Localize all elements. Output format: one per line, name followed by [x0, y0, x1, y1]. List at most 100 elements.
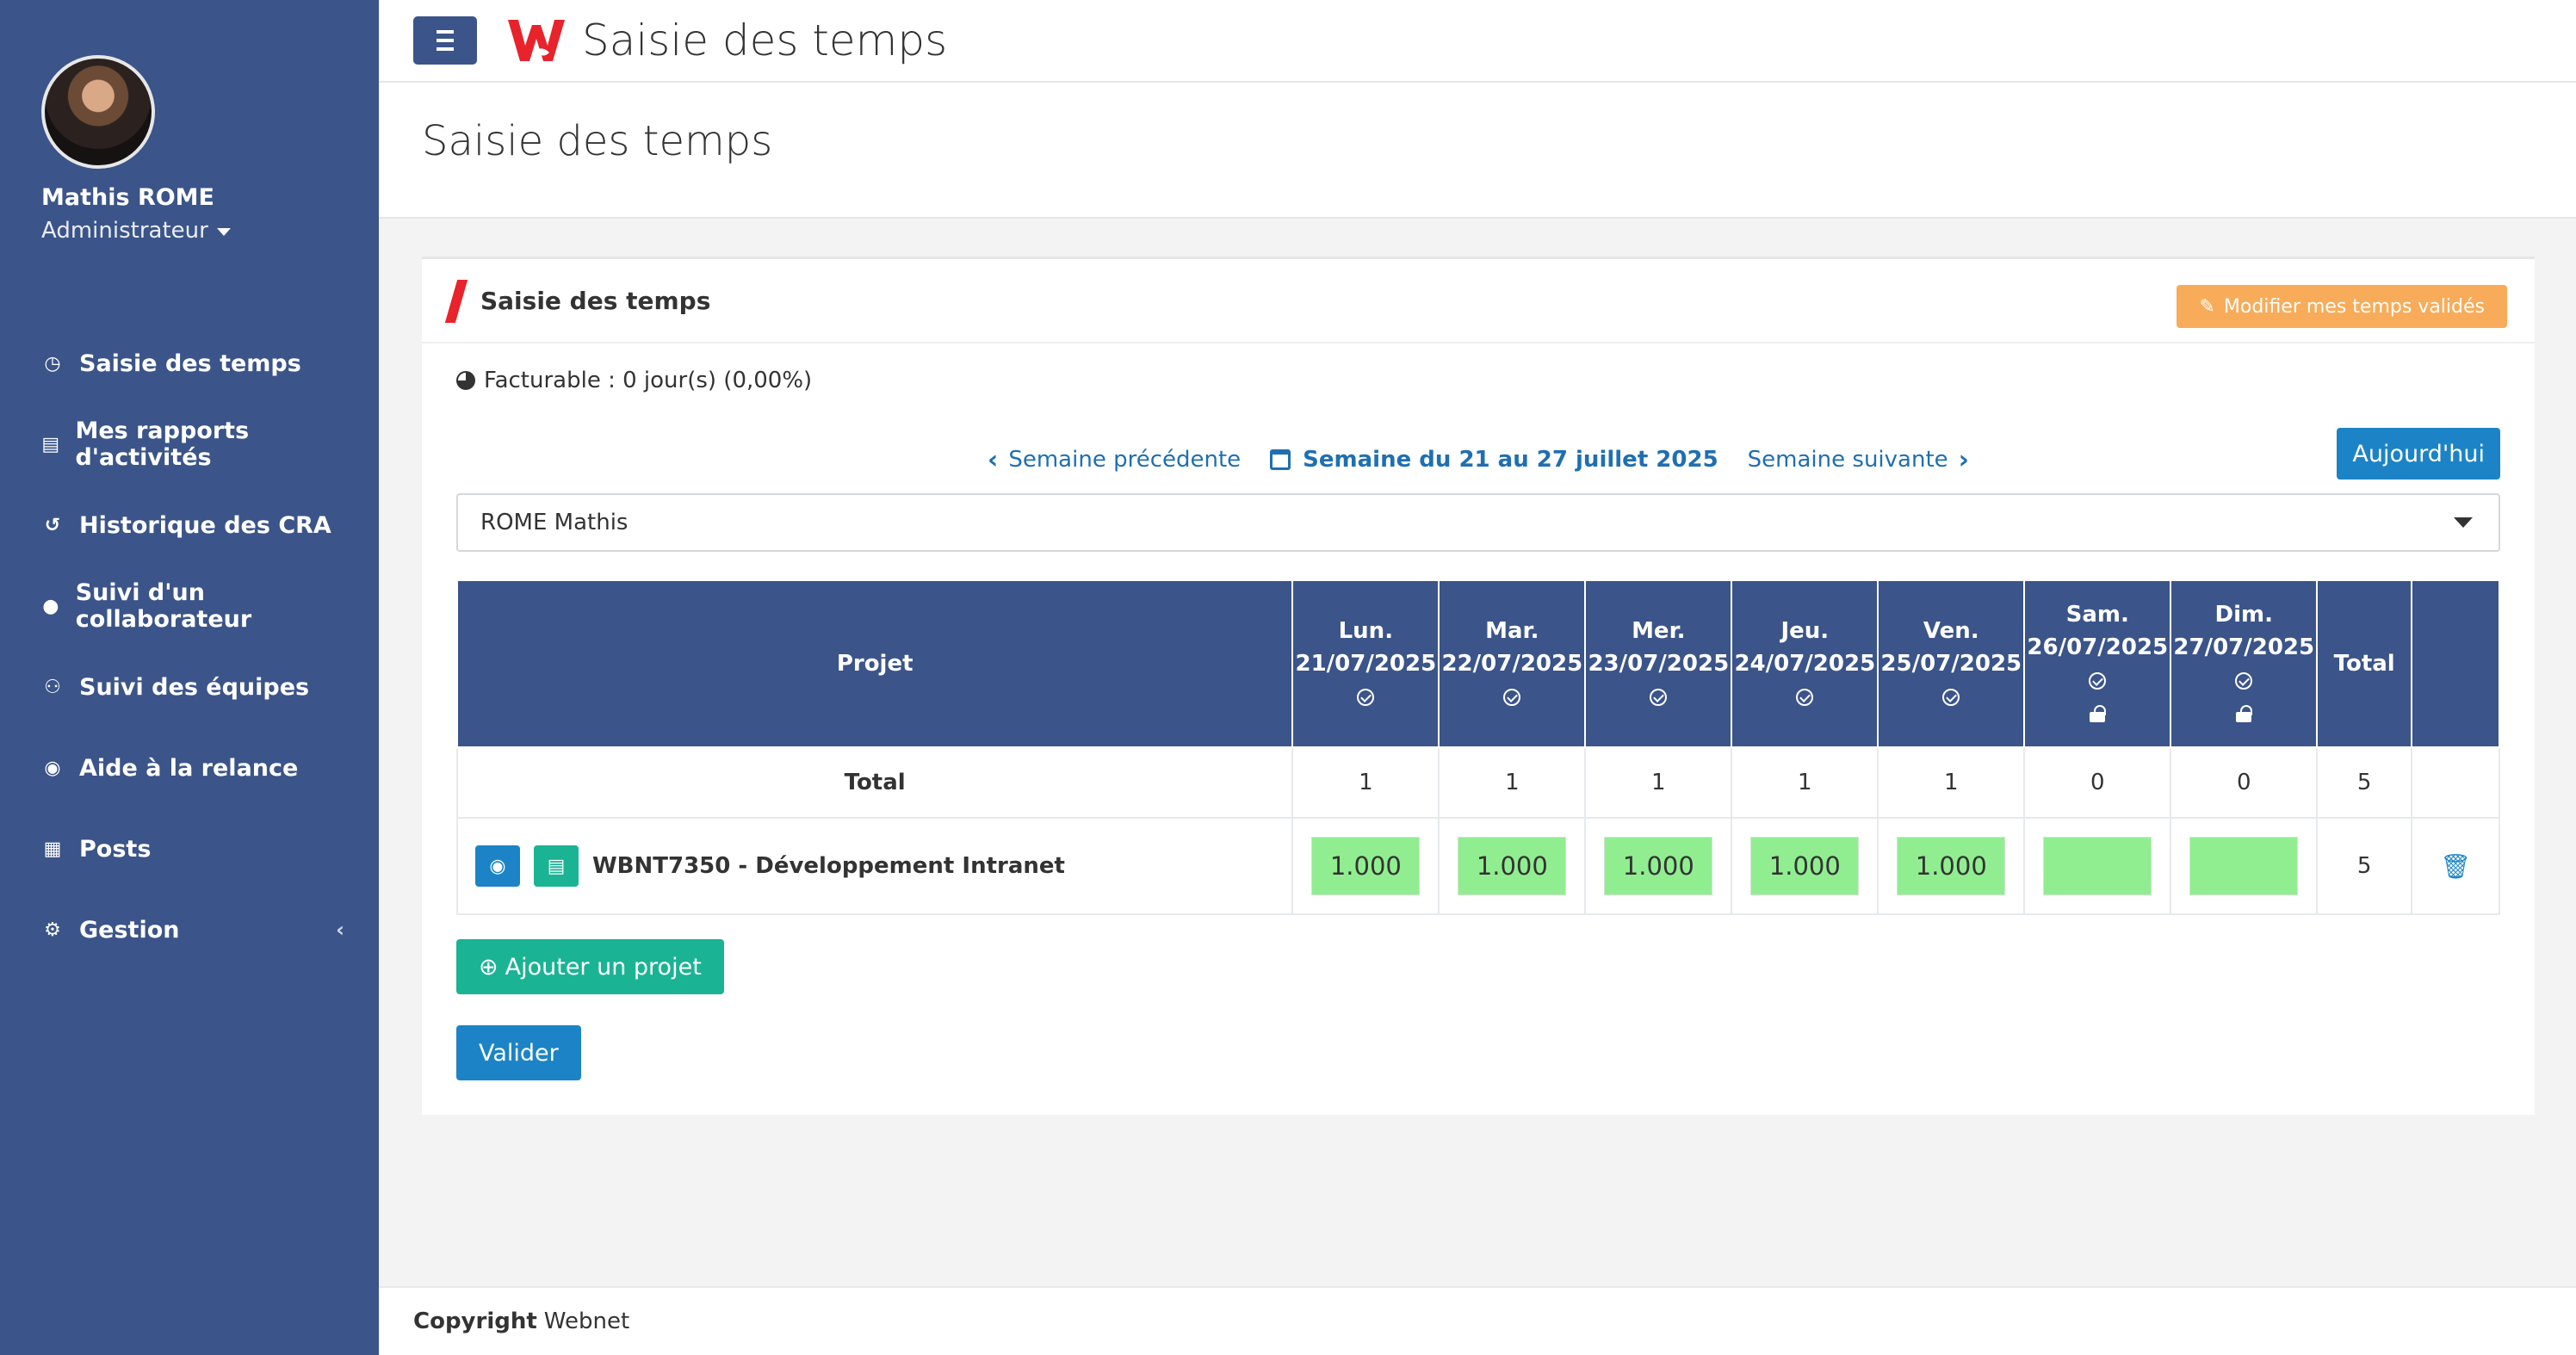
- timesheet-table: Projet Lun. 21/07/2025 Mar. 22/07/2025 M…: [455, 579, 2500, 915]
- pencil-icon: ✎: [2199, 295, 2215, 318]
- time-input-tuesday[interactable]: 1.000: [1458, 837, 1567, 895]
- collaborator-select-value: ROME Mathis: [480, 510, 629, 535]
- edit-validated-times-button[interactable]: ✎ Modifier mes temps validés: [2177, 285, 2507, 328]
- day-name: Jeu.: [1780, 618, 1830, 644]
- sidebar-item-suivi-equipes[interactable]: ⚇ Suivi des équipes: [0, 647, 379, 727]
- project-details-button[interactable]: ▤: [534, 845, 579, 887]
- sidebar-item-label: Gestion: [79, 916, 180, 944]
- sidebar-item-label: Suivi d'un collaborateur: [75, 579, 252, 633]
- pie-chart-icon: [456, 371, 475, 390]
- history-icon: ↺: [44, 514, 61, 536]
- copyright-label: Copyright: [413, 1309, 537, 1334]
- day-date: 22/07/2025: [1441, 651, 1583, 677]
- trash-icon[interactable]: 🗑: [2440, 852, 2471, 881]
- column-header-saturday: Sam. 26/07/2025: [2023, 579, 2172, 748]
- user-icon: ●: [42, 595, 59, 617]
- time-input-wednesday[interactable]: 1.000: [1604, 837, 1713, 895]
- sidebar-item-aide-relance[interactable]: ◉ Aide à la relance: [0, 727, 379, 808]
- user-name: Mathis ROME: [41, 184, 214, 211]
- footer: Copyright Webnet: [379, 1286, 2576, 1355]
- check-circle-icon: [1650, 688, 1668, 706]
- day-name: Dim.: [2214, 602, 2273, 628]
- column-header-total: Total: [2316, 579, 2413, 748]
- sidebar-item-saisie-des-temps[interactable]: ◷ Saisie des temps: [0, 323, 379, 404]
- topbar: Saisie des temps: [379, 0, 2576, 83]
- previous-week-label: Semaine précédente: [1008, 447, 1242, 473]
- billable-text: Facturable : 0 jour(s) (0,00%): [484, 368, 813, 393]
- column-header-tuesday: Mar. 22/07/2025: [1438, 579, 1587, 748]
- unlock-icon[interactable]: [2090, 704, 2107, 722]
- total-actions: [2411, 746, 2500, 819]
- chevron-left-icon: ‹: [336, 918, 344, 942]
- page-header: Saisie des temps: [379, 83, 2576, 219]
- day-date: 27/07/2025: [2173, 634, 2315, 660]
- view-project-button[interactable]: ◉: [475, 845, 520, 887]
- avatar[interactable]: [41, 55, 155, 169]
- project-name: WBNT7350 - Développement Intranet: [592, 853, 1065, 879]
- today-button[interactable]: Aujourd'hui: [2337, 428, 2500, 480]
- page-title: Saisie des temps: [422, 117, 773, 165]
- plus-circle-icon: ⊕: [479, 953, 498, 981]
- card-title: Saisie des temps: [480, 286, 711, 315]
- cell-saturday: [2023, 817, 2172, 915]
- next-week-label: Semaine suivante: [1747, 447, 1948, 473]
- sidebar-item-suivi-collaborateur[interactable]: ● Suivi d'un collaborateur: [0, 566, 379, 647]
- add-project-label: Ajouter un projet: [505, 953, 702, 981]
- user-profile: Mathis ROME Administrateur: [0, 0, 379, 244]
- sidebar-item-mes-rapports[interactable]: ▤ Mes rapports d'activités: [0, 404, 379, 485]
- total-thursday: 1: [1731, 746, 1879, 819]
- column-header-actions: [2411, 579, 2500, 748]
- time-input-friday[interactable]: 1.000: [1897, 837, 2006, 895]
- time-input-thursday[interactable]: 1.000: [1750, 837, 1860, 895]
- card-header: Saisie des temps ✎ Modifier mes temps va…: [422, 259, 2535, 343]
- submit-button[interactable]: Valider: [456, 1025, 581, 1080]
- day-date: 23/07/2025: [1588, 651, 1730, 677]
- sidebar-item-label: Mes rapports d'activités: [75, 418, 250, 471]
- edit-validated-times-label: Modifier mes temps validés: [2223, 295, 2485, 318]
- sidebar-item-posts[interactable]: ▦ Posts: [0, 808, 379, 889]
- total-friday: 1: [1877, 746, 2026, 819]
- check-circle-icon: [2235, 671, 2253, 690]
- column-header-sunday: Dim. 27/07/2025: [2170, 579, 2319, 748]
- newspaper-icon: ▦: [43, 838, 62, 860]
- sidebar-item-gestion[interactable]: ⚙ Gestion ‹: [0, 889, 379, 970]
- time-input-saturday[interactable]: [2043, 837, 2152, 895]
- webnet-logo: [508, 20, 565, 61]
- unlock-icon[interactable]: [2236, 704, 2253, 722]
- cell-tuesday: 1.000: [1438, 817, 1587, 915]
- project-actions: 🗑: [2411, 817, 2500, 915]
- table-row: ◉ ▤ WBNT7350 - Développement Intranet 1.…: [455, 817, 2500, 915]
- menu-toggle-button[interactable]: [413, 16, 477, 65]
- user-role: Administrateur: [41, 218, 208, 244]
- previous-week-link[interactable]: ‹ Semaine précédente: [988, 445, 1241, 475]
- time-input-sunday[interactable]: [2189, 837, 2299, 895]
- column-header-project: Projet: [455, 579, 1294, 748]
- sidebar-nav: ◷ Saisie des temps ▤ Mes rapports d'acti…: [0, 323, 379, 970]
- check-circle-icon: [2089, 671, 2107, 690]
- gear-icon: ⚙: [44, 919, 61, 941]
- table-header-row: Projet Lun. 21/07/2025 Mar. 22/07/2025 M…: [455, 579, 2500, 748]
- user-role-dropdown[interactable]: Administrateur: [41, 218, 379, 244]
- billable-summary: Facturable : 0 jour(s) (0,00%): [456, 368, 812, 393]
- check-circle-icon: [1503, 688, 1521, 706]
- add-project-button[interactable]: ⊕ Ajouter un projet: [456, 939, 724, 994]
- week-navigation: ‹ Semaine précédente Semaine du 21 au 27…: [422, 438, 2535, 481]
- sidebar-item-label: Suivi des équipes: [79, 673, 310, 701]
- time-input-monday[interactable]: 1.000: [1311, 837, 1421, 895]
- chevron-right-icon: ›: [1958, 444, 1970, 475]
- sidebar: Mathis ROME Administrateur ◷ Saisie des …: [0, 0, 379, 1355]
- day-date: 26/07/2025: [2027, 634, 2169, 660]
- chevron-left-icon: ‹: [987, 444, 999, 475]
- day-date: 21/07/2025: [1295, 651, 1437, 677]
- cell-friday: 1.000: [1877, 817, 2026, 915]
- column-header-wednesday: Mer. 23/07/2025: [1584, 579, 1733, 748]
- cell-sunday: [2170, 817, 2319, 915]
- table-row-total: Total 1 1 1 1 1 0 0 5: [455, 746, 2500, 819]
- calendar-icon: [1270, 449, 1291, 470]
- total-wednesday: 1: [1584, 746, 1733, 819]
- total-week: 5: [2316, 746, 2413, 819]
- next-week-link[interactable]: Semaine suivante ›: [1748, 445, 1969, 475]
- collaborator-select[interactable]: ROME Mathis: [456, 493, 2500, 552]
- file-icon: ▤: [547, 855, 566, 877]
- sidebar-item-historique[interactable]: ↺ Historique des CRA: [0, 485, 379, 566]
